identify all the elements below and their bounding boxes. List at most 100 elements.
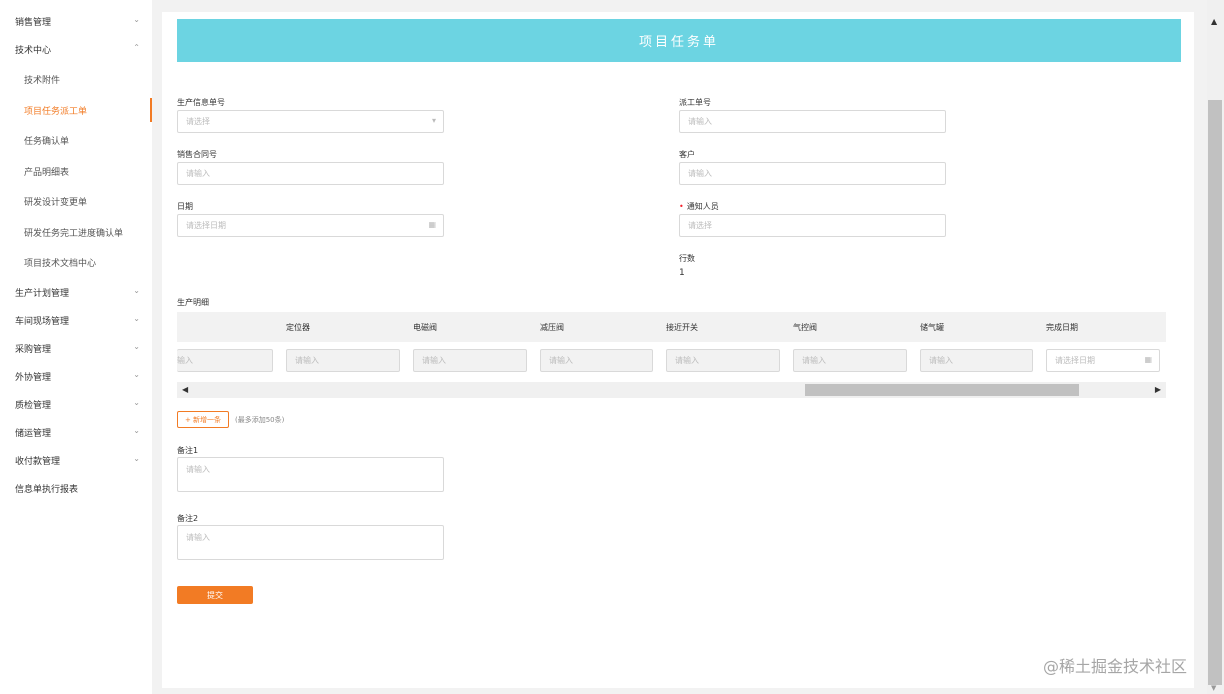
menu-tech-center[interactable]: 技术中心 ⌃ (0, 37, 152, 61)
notify-person-select[interactable]: 请选择 (679, 214, 946, 237)
customer-input[interactable]: 请输入 (679, 162, 946, 185)
remark2-textarea[interactable]: 请输入 (177, 525, 444, 560)
input-placeholder: 请输入 (688, 169, 712, 178)
scroll-up-icon[interactable]: ▲ (1211, 17, 1217, 26)
notify-person-label: • 通知人员 (679, 201, 719, 212)
chevron-down-icon: ⌄ (133, 286, 140, 295)
add-row-hint: (最多添加50条) (235, 416, 285, 424)
scroll-down-icon[interactable]: ▼ (1211, 684, 1216, 692)
calendar-icon: ▦ (428, 220, 436, 229)
select-placeholder: 请选择 (186, 117, 210, 126)
input-placeholder: 请选择日期 (186, 221, 226, 230)
chevron-down-icon: ⌄ (133, 15, 140, 24)
menu-tech-docs[interactable]: 项目技术文档中心 (0, 250, 152, 274)
input-placeholder: 输入 (177, 356, 193, 365)
detail-cell-input[interactable]: 输入 (177, 349, 273, 372)
menu-design-change[interactable]: 研发设计变更单 (0, 189, 152, 213)
column-header: 接近开关 (666, 323, 698, 332)
input-placeholder: 请输入 (186, 169, 210, 178)
chevron-down-icon: ⌄ (133, 342, 140, 351)
menu-product-detail[interactable]: 产品明细表 (0, 159, 152, 183)
menu-workshop[interactable]: 车间现场管理 ⌄ (0, 308, 152, 332)
scrollbar-thumb[interactable] (1208, 100, 1222, 685)
menu-payments[interactable]: 收付款管理 ⌄ (0, 448, 152, 472)
menu-label: 项目技术文档中心 (24, 258, 97, 269)
submit-label: 提交 (207, 590, 223, 600)
detail-cell-input[interactable]: 请输入 (920, 349, 1033, 372)
scroll-left-icon[interactable]: ◀ (182, 385, 188, 394)
scrollbar-thumb[interactable] (805, 384, 1079, 396)
chevron-up-icon: ⌃ (133, 43, 140, 52)
column-header: 电磁阀 (413, 323, 437, 332)
input-placeholder: 请输入 (295, 356, 319, 365)
menu-completion-confirm[interactable]: 研发任务完工进度确认单 (0, 220, 152, 244)
watermark: @稀土掘金技术社区 (1043, 657, 1188, 676)
menu-label: 研发设计变更单 (24, 197, 88, 208)
production-info-no-select[interactable]: 请选择 ▾ (177, 110, 444, 133)
sidebar: 销售管理 ⌄ 技术中心 ⌃ 技术附件 项目任务派工单 任务确认单 产品明细表 研… (0, 0, 152, 694)
menu-label: 技术附件 (24, 75, 61, 86)
chevron-down-icon: ⌄ (133, 426, 140, 435)
menu-label: 生产计划管理 (15, 288, 70, 299)
column-header: 完成日期 (1046, 323, 1078, 332)
menu-label: 产品明细表 (24, 167, 70, 178)
detail-cell-input[interactable]: 请输入 (286, 349, 400, 372)
chevron-down-icon: ▾ (431, 116, 436, 125)
menu-outsourcing[interactable]: 外协管理 ⌄ (0, 364, 152, 388)
textarea-placeholder: 请输入 (186, 533, 210, 542)
add-row-button[interactable]: + 新增一条 (177, 411, 229, 428)
dispatch-no-input[interactable]: 请输入 (679, 110, 946, 133)
production-info-no-label: 生产信息单号 (177, 98, 225, 107)
column-header: 减压阀 (540, 323, 564, 332)
menu-label: 采购管理 (15, 344, 52, 355)
page-title: 项目任务单 (638, 35, 719, 50)
detail-cell-input[interactable]: 请输入 (413, 349, 527, 372)
input-placeholder: 请输入 (675, 356, 699, 365)
menu-tech-attachment[interactable]: 技术附件 (0, 67, 152, 91)
chevron-down-icon: ⌄ (133, 398, 140, 407)
menu-label: 技术中心 (15, 45, 52, 56)
dispatch-no-label: 派工单号 (679, 98, 711, 107)
textarea-placeholder: 请输入 (186, 465, 210, 474)
row-count-label: 行数 (679, 254, 695, 263)
production-detail-label: 生产明细 (177, 298, 209, 307)
menu-label: 信息单执行报表 (15, 484, 79, 495)
menu-label: 研发任务完工进度确认单 (24, 228, 124, 239)
chevron-down-icon: ⌄ (133, 454, 140, 463)
detail-cell-input[interactable]: 请输入 (540, 349, 653, 372)
detail-cell-input[interactable]: 请输入 (793, 349, 907, 372)
menu-label: 收付款管理 (15, 456, 61, 467)
input-placeholder: 请输入 (422, 356, 446, 365)
chevron-down-icon: ⌄ (133, 370, 140, 379)
menu-label: 储运管理 (15, 428, 52, 439)
menu-quality[interactable]: 质检管理 ⌄ (0, 392, 152, 416)
menu-task-confirm[interactable]: 任务确认单 (0, 128, 152, 152)
menu-label: 外协管理 (15, 372, 52, 383)
submit-button[interactable]: 提交 (177, 586, 253, 604)
menu-purchase[interactable]: 采购管理 ⌄ (0, 336, 152, 360)
sales-contract-label: 销售合同号 (177, 150, 217, 159)
menu-logistics[interactable]: 储运管理 ⌄ (0, 420, 152, 444)
menu-label: 项目任务派工单 (24, 106, 88, 117)
menu-production-plan[interactable]: 生产计划管理 ⌄ (0, 280, 152, 304)
detail-date-picker[interactable]: 请选择日期 ▦ (1046, 349, 1160, 372)
menu-label: 销售管理 (15, 17, 52, 28)
date-picker[interactable]: 请选择日期 ▦ (177, 214, 444, 237)
detail-cell-input[interactable]: 请输入 (666, 349, 780, 372)
menu-project-dispatch[interactable]: 项目任务派工单 (0, 98, 152, 122)
input-placeholder: 请选择日期 (1055, 356, 1095, 365)
row-count-value: 1 (679, 268, 685, 278)
scroll-right-icon[interactable]: ▶ (1155, 385, 1161, 394)
menu-report[interactable]: 信息单执行报表 (0, 476, 152, 500)
add-row-label: + 新增一条 (184, 415, 222, 424)
column-header: 储气罐 (920, 323, 944, 332)
input-placeholder: 请输入 (688, 117, 712, 126)
customer-label: 客户 (679, 150, 695, 159)
menu-sales[interactable]: 销售管理 ⌄ (0, 9, 152, 33)
horizontal-scrollbar[interactable]: ◀ ▶ (177, 382, 1166, 398)
remark1-textarea[interactable]: 请输入 (177, 457, 444, 492)
sales-contract-input[interactable]: 请输入 (177, 162, 444, 185)
date-label: 日期 (177, 202, 193, 211)
required-mark: • (679, 202, 684, 211)
column-header: 定位器 (286, 323, 310, 332)
